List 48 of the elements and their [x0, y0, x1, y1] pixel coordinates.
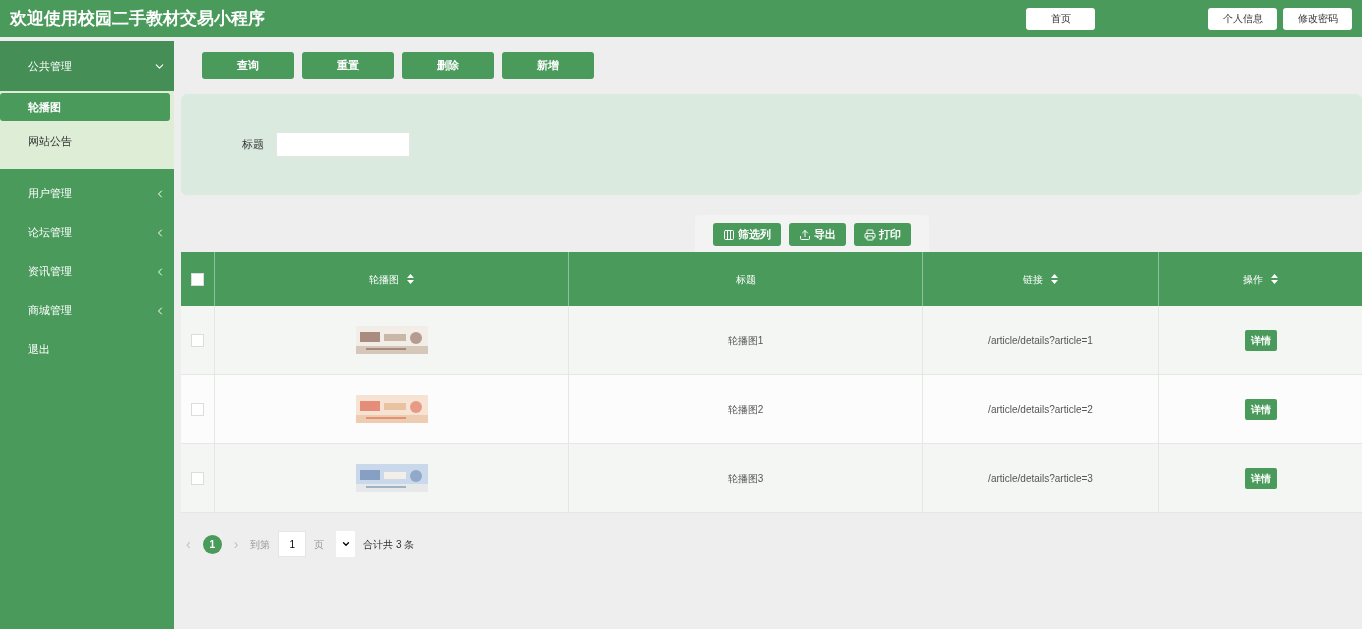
- sidebar-item[interactable]: 用户管理: [0, 174, 174, 213]
- details-button[interactable]: 详情: [1244, 329, 1277, 351]
- action-button[interactable]: 新增: [502, 52, 594, 79]
- tool-button[interactable]: 导出: [788, 223, 846, 246]
- sort-icon[interactable]: [1051, 274, 1058, 284]
- details-button[interactable]: 详情: [1244, 467, 1277, 489]
- total-count: 合计共 3 条: [363, 537, 415, 552]
- columns-icon: [722, 228, 735, 241]
- details-button[interactable]: 详情: [1244, 398, 1277, 420]
- table-cell: 轮播图3: [569, 444, 923, 512]
- upload-icon: [798, 228, 811, 241]
- page-size-select[interactable]: [336, 531, 356, 557]
- chevron-down-icon: [340, 539, 351, 549]
- table-cell: /article/details?article=2: [923, 375, 1159, 443]
- sidebar-item[interactable]: 资讯管理: [0, 252, 174, 291]
- page-input[interactable]: 1: [278, 531, 307, 557]
- table-cell: /article/details?article=1: [923, 306, 1159, 374]
- action-button[interactable]: 查询: [202, 52, 294, 79]
- sort-icon[interactable]: [407, 274, 414, 284]
- sidebar-item[interactable]: 退出: [0, 330, 174, 369]
- action-button[interactable]: 删除: [402, 52, 494, 79]
- sort-icon[interactable]: [1271, 274, 1278, 284]
- table-cell: 轮播图2: [569, 375, 923, 443]
- submenu-item[interactable]: 轮播图: [0, 93, 170, 121]
- print-icon: [863, 228, 876, 241]
- checkbox[interactable]: [191, 402, 204, 416]
- sidebar-item[interactable]: 论坛管理: [0, 213, 174, 252]
- home-button[interactable]: 首页: [1026, 7, 1095, 30]
- column-header[interactable]: 操作: [1159, 252, 1362, 306]
- goto-label: 到第: [250, 537, 271, 552]
- action-button[interactable]: 重置: [302, 52, 394, 79]
- checkbox[interactable]: [191, 333, 204, 347]
- sidebar-item[interactable]: 商城管理: [0, 291, 174, 330]
- sidebar-item[interactable]: 公共管理: [0, 41, 174, 91]
- profile-button[interactable]: 个人信息: [1208, 7, 1277, 30]
- app-title: 欢迎使用校园二手教材交易小程序: [10, 7, 265, 30]
- table-cell: 轮播图1: [569, 306, 923, 374]
- submenu-item[interactable]: 网站公告: [0, 127, 170, 155]
- table-cell: /article/details?article=3: [923, 444, 1159, 512]
- tool-button[interactable]: 筛选列: [712, 223, 781, 246]
- checkbox[interactable]: [191, 272, 204, 286]
- checkbox[interactable]: [191, 471, 204, 485]
- search-label: 标题: [242, 137, 264, 153]
- page-number[interactable]: 1: [202, 534, 222, 554]
- page-label: 页: [314, 537, 325, 552]
- title-input[interactable]: [276, 132, 410, 157]
- password-button[interactable]: 修改密码: [1283, 7, 1352, 30]
- tool-button[interactable]: 打印: [853, 223, 911, 246]
